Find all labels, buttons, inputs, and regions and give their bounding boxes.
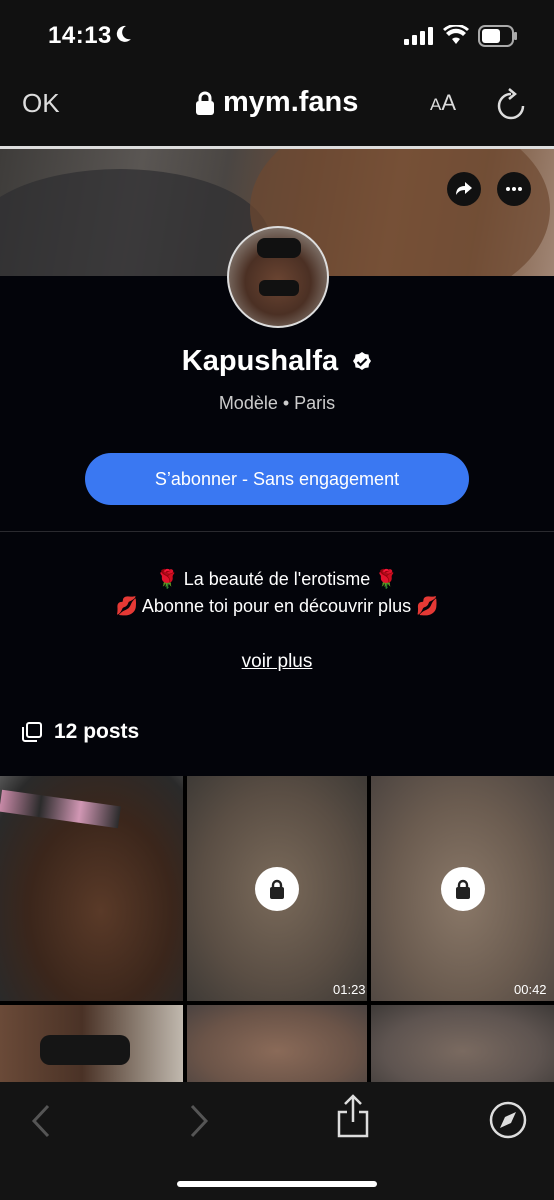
see-more-link[interactable]: voir plus xyxy=(0,651,554,673)
bio-line-2: 💋 Abonne toi pour en découvrir plus 💋 xyxy=(115,596,439,616)
verified-badge-icon xyxy=(353,352,372,371)
post-tile[interactable] xyxy=(187,1005,367,1082)
text-size-button[interactable]: AA xyxy=(430,90,456,116)
moon-icon xyxy=(116,25,131,42)
post-tile[interactable]: 00:42 xyxy=(371,776,554,1001)
post-tile[interactable] xyxy=(0,776,183,1001)
browser-toolbar xyxy=(0,1082,554,1200)
cellular-signal-icon xyxy=(404,27,433,45)
browser-address-bar: OK mym.fans AA xyxy=(0,70,554,146)
back-arrow-icon[interactable] xyxy=(30,1104,52,1138)
share-button[interactable] xyxy=(447,172,481,206)
status-time: 14:13 xyxy=(48,22,112,49)
share-icon[interactable] xyxy=(335,1094,371,1138)
post-duration: 01:23 xyxy=(333,982,366,997)
bio-line-1: 🌹 La beauté de l'erotisme 🌹 xyxy=(156,569,398,589)
more-options-button[interactable] xyxy=(497,172,531,206)
domain-text: mym.fans xyxy=(223,86,359,118)
battery-icon xyxy=(478,25,517,47)
padlock-icon xyxy=(456,879,470,899)
home-indicator xyxy=(177,1181,377,1187)
text-size-large: A xyxy=(441,90,457,115)
posts-grid: 01:23 00:42 xyxy=(0,776,554,1082)
status-bar: 14:13 xyxy=(0,0,554,70)
forward-arrow-icon[interactable] xyxy=(188,1104,210,1138)
locked-post-icon xyxy=(255,867,299,911)
url-field[interactable]: mym.fans xyxy=(195,86,358,119)
posts-stack-icon xyxy=(22,722,42,742)
done-button[interactable]: OK xyxy=(22,88,60,119)
lock-icon xyxy=(196,91,214,115)
compass-icon[interactable] xyxy=(488,1100,528,1140)
post-tile[interactable] xyxy=(0,1005,183,1082)
profile-subtitle: Modèle • Paris xyxy=(218,393,336,413)
subscribe-button[interactable]: S’abonner - Sans engagement xyxy=(85,453,469,505)
avatar[interactable] xyxy=(227,226,329,328)
posts-header: 12 posts xyxy=(22,720,139,744)
share-arrow-icon xyxy=(456,182,472,195)
padlock-icon xyxy=(270,879,284,899)
post-tile[interactable]: 01:23 xyxy=(187,776,367,1001)
wifi-icon xyxy=(443,25,469,44)
post-duration: 00:42 xyxy=(514,982,547,997)
profile-name-row: Kapushalfa xyxy=(0,345,554,378)
ellipsis-icon xyxy=(506,187,522,191)
post-tile[interactable] xyxy=(371,1005,554,1082)
text-size-small: A xyxy=(430,95,442,114)
posts-count: 12 posts xyxy=(54,720,140,743)
reload-icon[interactable] xyxy=(495,86,527,122)
locked-post-icon xyxy=(441,867,485,911)
profile-name: Kapushalfa xyxy=(181,345,339,377)
